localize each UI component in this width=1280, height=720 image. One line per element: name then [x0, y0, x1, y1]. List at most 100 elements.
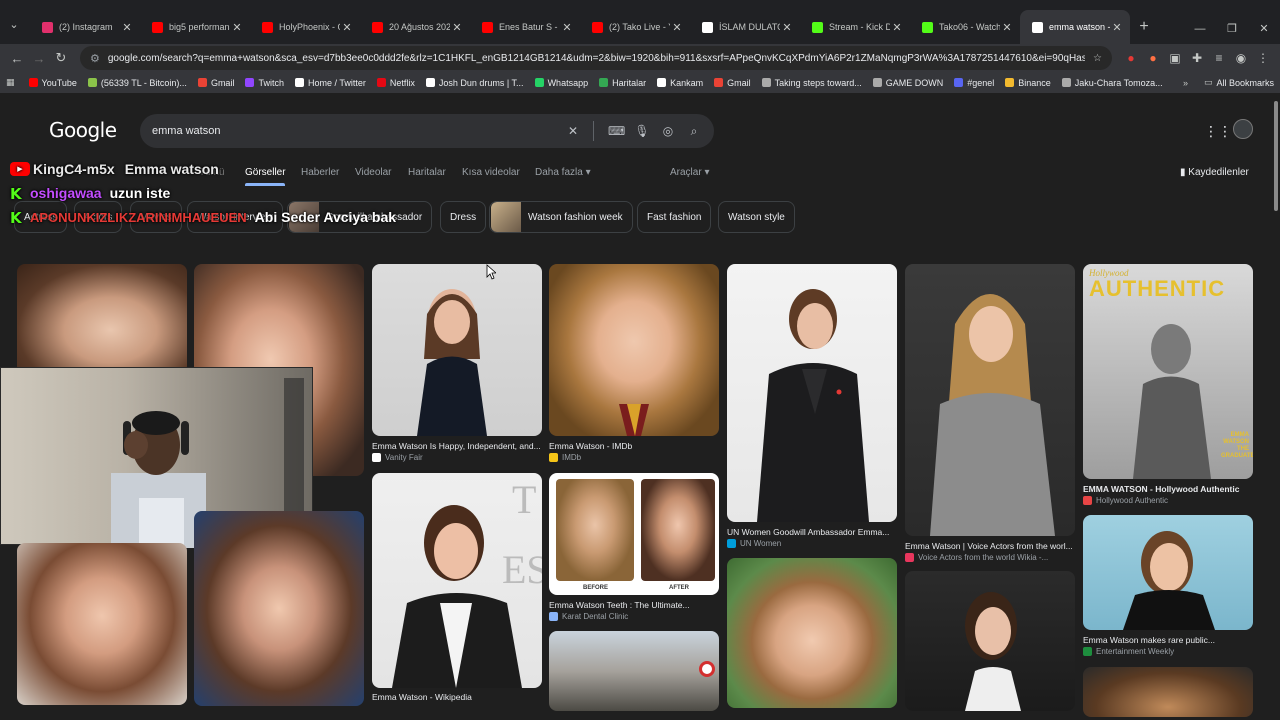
site-info-icon[interactable]: ⚙	[90, 52, 100, 65]
browser-tab[interactable]: (2) Instagram ✕	[30, 10, 140, 44]
search-box[interactable]: emma watson ✕ ⌨ 🎙 ◎ ⌕	[140, 114, 714, 148]
tools-button[interactable]: Araçlar ▾	[670, 167, 710, 178]
bookmark-item[interactable]: Home / Twitter	[294, 78, 366, 88]
address-bar[interactable]: ⚙ google.com/search?q=emma+watson&sca_es…	[80, 46, 1112, 70]
result-title[interactable]: EMMA WATSON - Hollywood Authentic	[1083, 484, 1253, 494]
tab-more[interactable]: Daha fazla ▾	[535, 167, 591, 178]
account-avatar[interactable]	[1233, 119, 1253, 139]
result-title[interactable]: Emma Watson | Voice Actors from the worl…	[905, 541, 1075, 551]
image-result[interactable]	[194, 511, 364, 706]
image-result[interactable]	[905, 264, 1075, 536]
result-title[interactable]: Emma Watson Is Happy, Independent, and..…	[372, 441, 542, 451]
bookmark-item[interactable]: Kankam	[657, 78, 703, 88]
keyboard-icon[interactable]: ⌨	[608, 124, 625, 138]
image-result[interactable]: BEFORE AFTER	[549, 473, 719, 595]
extension-icon[interactable]: ▣	[1164, 51, 1186, 65]
bookmark-item[interactable]: Gmail	[197, 78, 234, 88]
back-button[interactable]: ←	[6, 51, 28, 66]
search-icon[interactable]: ⌕	[686, 124, 702, 139]
result-source[interactable]: IMDb	[549, 453, 581, 462]
media-controls-icon[interactable]: ≡	[1208, 51, 1230, 65]
result-source[interactable]: Entertainment Weekly	[1083, 647, 1174, 656]
scrollbar-thumb[interactable]	[1274, 101, 1278, 211]
result-source[interactable]: UN Women	[727, 539, 781, 548]
bookmark-item[interactable]: Josh Dun drums | T...	[425, 78, 524, 88]
image-result[interactable]	[1083, 515, 1253, 630]
tab-close-icon[interactable]: ✕	[450, 21, 464, 34]
chip[interactable]: Dress	[440, 201, 487, 233]
close-window-button[interactable]: ✕	[1248, 0, 1280, 44]
chip[interactable]: Actress	[14, 201, 68, 233]
apps-icon[interactable]: ▦	[6, 77, 15, 88]
result-source[interactable]: Vanity Fair	[372, 453, 423, 462]
forward-button[interactable]: →	[28, 51, 50, 66]
image-result[interactable]	[905, 571, 1075, 711]
new-tab-button[interactable]: +	[1130, 10, 1158, 44]
search-input[interactable]: emma watson	[152, 125, 555, 137]
tab-all[interactable]: Tümü	[199, 167, 225, 178]
browser-tab[interactable]: İSLAM DULATOV✕	[690, 10, 800, 44]
profile-avatar[interactable]: ◉	[1230, 51, 1252, 65]
image-result[interactable]	[727, 264, 897, 522]
minimize-button[interactable]: —	[1184, 0, 1216, 44]
bookmark-item[interactable]: #genel	[954, 78, 994, 88]
bookmark-star-icon[interactable]: ☆	[1093, 53, 1102, 64]
bookmark-item[interactable]: YouTube	[28, 78, 77, 88]
chip[interactable]: Watson fashion week	[489, 201, 633, 233]
page-scrollbar[interactable]	[1272, 93, 1280, 720]
chip[interactable]: Movies	[130, 201, 182, 233]
tab-search-button[interactable]: ⌄	[4, 14, 24, 34]
extension-icon[interactable]: ●	[1142, 51, 1164, 65]
bookmarks-overflow-icon[interactable]: »	[1183, 78, 1188, 88]
tab-close-icon[interactable]: ✕	[890, 21, 904, 34]
tab-close-icon[interactable]: ✕	[780, 21, 794, 34]
maximize-button[interactable]: ❐	[1216, 0, 1248, 44]
result-source[interactable]: Hollywood Authentic	[1083, 496, 1168, 505]
bookmark-item[interactable]: Gmail	[714, 78, 751, 88]
image-result[interactable]	[17, 264, 187, 374]
browser-tab[interactable]: big5 performans ✕	[140, 10, 250, 44]
bookmark-item[interactable]: Twitch	[245, 78, 284, 88]
bookmark-item[interactable]: GAME DOWN	[872, 78, 943, 88]
browser-tab[interactable]: Tako06 - Watch th✕	[910, 10, 1020, 44]
saved-button[interactable]: ▮ Kaydedilenler	[1180, 167, 1249, 178]
browser-tab[interactable]: Enes Batur S - You✕	[470, 10, 580, 44]
tab-close-icon[interactable]: ✕	[670, 21, 684, 34]
browser-tab[interactable]: 20 Ağustos 2026 ✕	[360, 10, 470, 44]
image-result[interactable]	[17, 543, 187, 705]
image-result[interactable]	[1083, 667, 1253, 717]
result-title[interactable]: Emma Watson Teeth : The Ultimate...	[549, 600, 719, 610]
bookmark-item[interactable]: Haritalar	[599, 78, 646, 88]
chip[interactable]: Goodwill ambassador	[287, 201, 433, 233]
tab-close-icon[interactable]: ✕	[340, 21, 354, 34]
result-source[interactable]: Voice Actors from the world Wikia -...	[905, 553, 1073, 562]
chip[interactable]: Watson style	[718, 201, 795, 233]
google-logo[interactable]: Google	[49, 118, 117, 142]
all-bookmarks[interactable]: All Bookmarks	[1216, 78, 1274, 88]
tab-maps[interactable]: Haritalar	[408, 167, 446, 178]
chip[interactable]: Fast fashion	[637, 201, 712, 233]
bookmark-item[interactable]: (56339 TL - Bitcoin)...	[87, 78, 187, 88]
bookmark-item[interactable]: Taking steps toward...	[761, 78, 862, 88]
chip[interactable]: Watson interview	[187, 201, 283, 233]
tab-close-icon[interactable]: ✕	[120, 21, 134, 34]
browser-tab[interactable]: emma watson - G✕	[1020, 10, 1130, 44]
tab-close-icon[interactable]: ✕	[1000, 21, 1014, 34]
image-result[interactable]	[549, 631, 719, 711]
chip[interactable]: Actors	[74, 201, 123, 233]
result-title[interactable]: UN Women Goodwill Ambassador Emma...	[727, 527, 897, 537]
image-result[interactable]	[372, 264, 542, 436]
clear-icon[interactable]: ✕	[565, 124, 581, 138]
microphone-icon[interactable]: 🎙	[634, 124, 650, 138]
result-title[interactable]: Emma Watson - Wikipedia	[372, 692, 542, 702]
tab-news[interactable]: Haberler	[301, 167, 339, 178]
extension-icon[interactable]: ●	[1120, 51, 1142, 65]
tab-close-icon[interactable]: ✕	[230, 21, 244, 34]
image-result[interactable]: Hollywood AUTHENTIC EMMA WATSON THE GRAD…	[1083, 264, 1253, 479]
bookmark-item[interactable]: Jaku-Chara Tomoza...	[1061, 78, 1163, 88]
reload-button[interactable]: ↻	[50, 50, 72, 66]
result-title[interactable]: Emma Watson - IMDb	[549, 441, 719, 451]
menu-icon[interactable]: ⋮	[1252, 51, 1274, 65]
tab-images[interactable]: Görseller	[245, 167, 286, 178]
tab-short-videos[interactable]: Kısa videolar	[462, 167, 520, 178]
